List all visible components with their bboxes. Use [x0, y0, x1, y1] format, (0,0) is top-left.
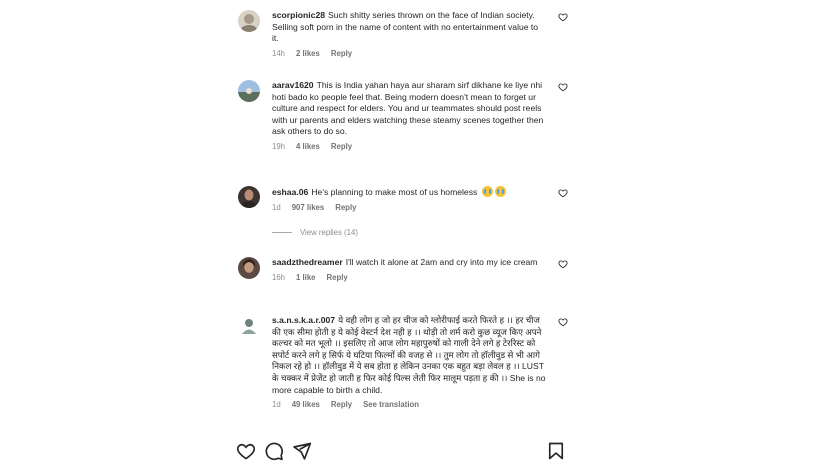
comment-time: 19h: [272, 141, 286, 151]
avatar[interactable]: [238, 186, 260, 208]
view-replies-button[interactable]: View replies (14): [272, 228, 358, 237]
reply-button[interactable]: Reply: [335, 203, 356, 212]
comments-panel: scorpionic28 Such shitty series thrown on…: [0, 0, 830, 466]
comment-username[interactable]: s.a.n.s.k.a.r.007: [272, 315, 335, 325]
avatar[interactable]: [238, 10, 260, 32]
reply-button[interactable]: Reply: [331, 49, 352, 58]
comment-meta: 1d 49 likes Reply See translation: [272, 400, 546, 409]
comment-text: saadzthedreamer I'll watch it alone at 2a…: [272, 257, 546, 269]
heart-icon[interactable]: [558, 317, 568, 327]
reply-button[interactable]: Reply: [331, 142, 352, 151]
comment-text: scorpionic28 Such shitty series thrown on…: [272, 10, 546, 45]
comment-time: 16h: [272, 272, 286, 282]
share-icon[interactable]: [292, 441, 312, 461]
comment-body: He's planning to make most of us homeles…: [311, 187, 478, 197]
comment-text: aarav1620 This is India yahan haya aur sh…: [272, 80, 546, 138]
comment-time: 14h: [272, 48, 286, 58]
comment-likes[interactable]: 2 likes: [296, 49, 320, 58]
see-translation-button[interactable]: See translation: [363, 400, 419, 409]
avatar[interactable]: [238, 257, 260, 279]
comment-likes[interactable]: 49 likes: [292, 400, 320, 409]
view-replies-label: View replies (14): [300, 228, 358, 237]
reply-button[interactable]: Reply: [331, 400, 352, 409]
divider: [272, 232, 292, 233]
comment-username[interactable]: saadzthedreamer: [272, 257, 343, 267]
comment-icon[interactable]: [264, 441, 284, 461]
comment-time: 1d: [272, 202, 281, 212]
comment-text: eshaa.06 He's planning to make most of us…: [272, 186, 546, 199]
comment-username[interactable]: eshaa.06: [272, 187, 308, 197]
comment-time: 1d: [272, 400, 281, 410]
heart-icon[interactable]: [558, 188, 568, 198]
post-action-bar: [236, 441, 566, 463]
comment-meta: 19h 4 likes Reply: [272, 142, 546, 151]
comment-body: I'll watch it alone at 2am and cry into …: [345, 257, 538, 267]
avatar[interactable]: [238, 80, 260, 102]
comment-meta: 16h 1 like Reply: [272, 273, 546, 282]
heart-icon[interactable]: [236, 441, 256, 461]
comment-username[interactable]: aarav1620: [272, 80, 314, 90]
comment-text: s.a.n.s.k.a.r.007 ये वही लोग ह जो हर चीज …: [272, 315, 546, 396]
comment-meta: 14h 2 likes Reply: [272, 49, 546, 58]
crying-face-icon: [481, 186, 493, 197]
bookmark-icon[interactable]: [546, 441, 566, 461]
comment-likes[interactable]: 4 likes: [296, 142, 320, 151]
comment-body: ये वही लोग ह जो हर चीज को ग्लोरीफाई करते…: [272, 315, 546, 395]
crying-face-icon: [494, 186, 506, 197]
heart-icon[interactable]: [558, 259, 568, 269]
avatar[interactable]: [238, 315, 260, 337]
reply-button[interactable]: Reply: [327, 273, 348, 282]
heart-icon[interactable]: [558, 12, 568, 22]
comment-meta: 1d 907 likes Reply: [272, 203, 546, 212]
comment-likes[interactable]: 907 likes: [292, 203, 325, 212]
comment-username[interactable]: scorpionic28: [272, 10, 325, 20]
heart-icon[interactable]: [558, 82, 568, 92]
comment-likes[interactable]: 1 like: [296, 273, 316, 282]
